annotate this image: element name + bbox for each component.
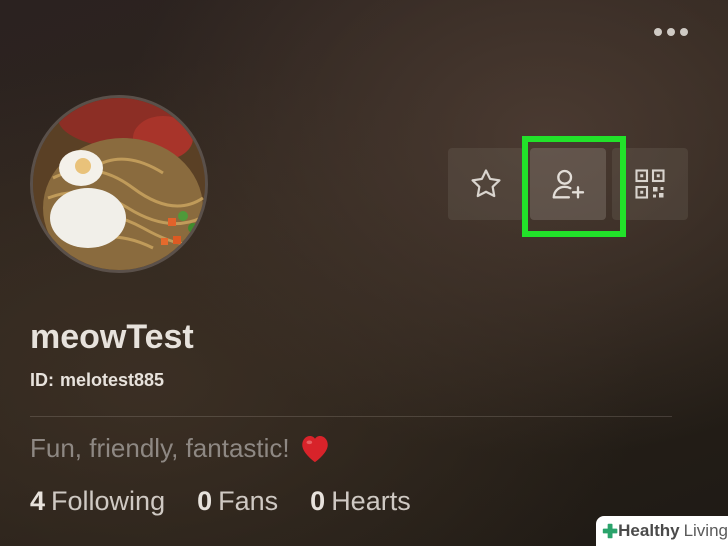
more-dot xyxy=(654,28,662,36)
stat-fans-count: 0 xyxy=(197,486,213,516)
stat-fans[interactable]: 0 Fans xyxy=(197,486,278,517)
watermark: Healthy Living xyxy=(596,516,728,546)
qr-code-icon xyxy=(635,169,665,199)
divider xyxy=(30,416,672,417)
stat-following-count: 4 xyxy=(30,486,46,516)
stat-following-label: Following xyxy=(51,486,166,516)
plus-logo-icon xyxy=(602,523,618,539)
favorite-button[interactable] xyxy=(448,148,524,220)
username: meowTest xyxy=(30,318,194,356)
more-options-icon[interactable] xyxy=(654,28,688,36)
stat-fans-label: Fans xyxy=(218,486,279,516)
profile-stats: 4 Following 0 Fans 0 Hearts xyxy=(30,486,411,517)
more-dot xyxy=(680,28,688,36)
user-id-label: ID: xyxy=(30,370,54,390)
watermark-healthy: Healthy xyxy=(618,521,680,540)
star-icon xyxy=(471,169,501,198)
stat-hearts-count: 0 xyxy=(310,486,326,516)
follow-button-highlight xyxy=(522,136,626,237)
avatar-image xyxy=(33,98,205,270)
stat-hearts-label: Hearts xyxy=(331,486,411,516)
heart-emoji-icon xyxy=(301,435,328,463)
stat-following[interactable]: 4 Following xyxy=(30,486,165,517)
more-dot xyxy=(667,28,675,36)
avatar[interactable] xyxy=(30,95,208,273)
bio-text: Fun, friendly, fantastic! xyxy=(30,432,290,463)
watermark-living: Living xyxy=(683,521,728,540)
user-id-value: melotest885 xyxy=(60,370,165,390)
stat-hearts[interactable]: 0 Hearts xyxy=(310,486,411,517)
user-id: ID: melotest885 xyxy=(30,370,164,391)
bio: Fun, friendly, fantastic! xyxy=(30,432,332,464)
